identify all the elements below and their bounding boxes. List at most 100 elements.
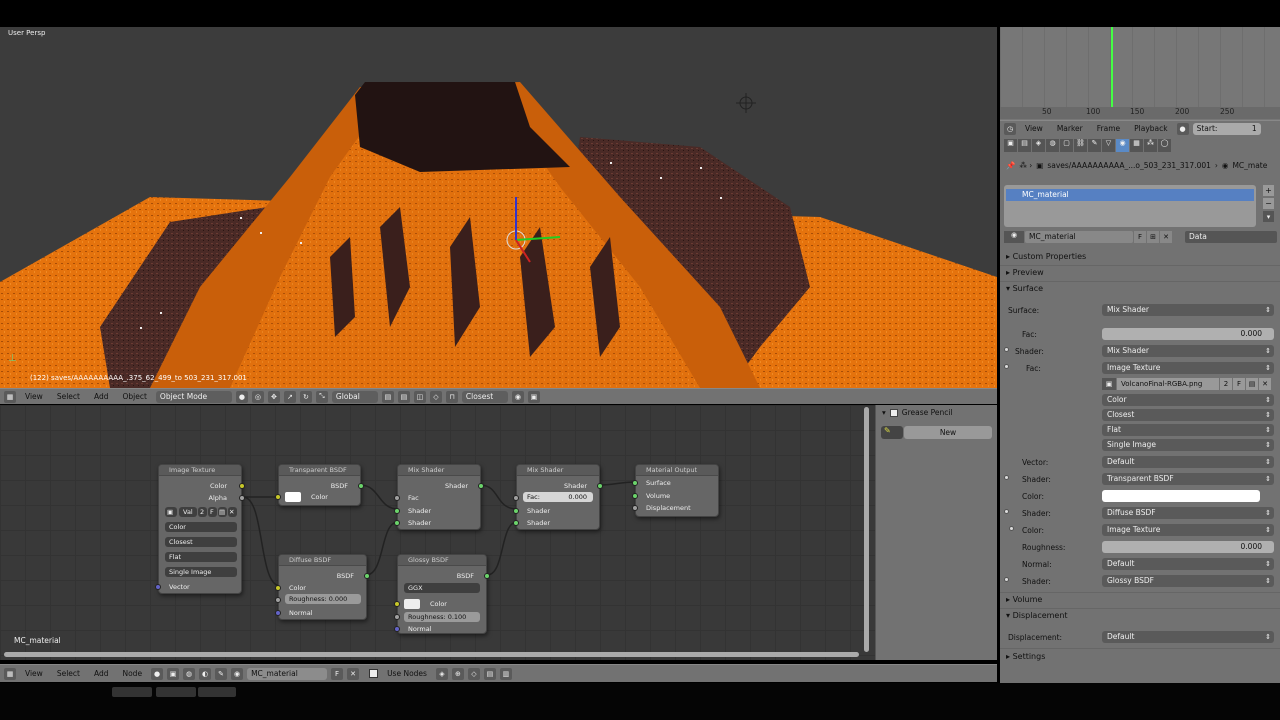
color-input-dropdown[interactable]: Image Texture ⇕ xyxy=(1102,524,1274,536)
material-name-field[interactable]: MC_material xyxy=(1025,231,1133,243)
tab-constraints-icon[interactable]: ⛓ xyxy=(1074,139,1087,152)
taskbar-item[interactable] xyxy=(112,687,152,697)
pin-icon[interactable]: ⊕ xyxy=(451,667,464,680)
roughness-slider[interactable]: 0.000 xyxy=(1102,541,1274,553)
menu-object[interactable]: Object xyxy=(117,392,151,401)
taskbar-item[interactable] xyxy=(156,687,196,697)
section-settings[interactable]: ▸ Settings xyxy=(1006,652,1045,661)
node-transparent-bsdf[interactable]: Transparent BSDF BSDF Color xyxy=(275,464,364,506)
interp-dropdown[interactable]: Color ⇕ xyxy=(1102,394,1274,406)
vertical-scrollbar[interactable] xyxy=(864,407,869,652)
socket-out-alpha[interactable] xyxy=(239,495,245,501)
shader-dropdown[interactable]: Transparent BSDF ⇕ xyxy=(1102,473,1274,485)
socket-dot-icon[interactable] xyxy=(1009,526,1014,531)
socket-in-shader-b[interactable] xyxy=(394,520,400,526)
shader-type-icon[interactable]: ● xyxy=(151,667,164,680)
socket-in-normal[interactable] xyxy=(275,610,281,616)
source-dropdown[interactable]: Single Image ⇕ xyxy=(1102,439,1274,451)
socket-out-shader[interactable] xyxy=(478,483,484,489)
shader-dropdown[interactable]: Glossy BSDF ⇕ xyxy=(1102,575,1274,587)
image-unlink-icon[interactable]: ✕ xyxy=(1259,378,1271,390)
translate-icon[interactable]: ↗ xyxy=(283,390,296,403)
socket-dot-icon[interactable] xyxy=(1004,475,1009,480)
socket-out-bsdf[interactable] xyxy=(364,573,370,579)
image-unlink-icon[interactable]: ✕ xyxy=(228,507,237,517)
menu-view[interactable]: View xyxy=(1020,124,1048,133)
snap-element-icon[interactable]: ◇ xyxy=(429,390,442,403)
tab-texture-icon[interactable]: ▦ xyxy=(1130,139,1143,152)
menu-select[interactable]: Select xyxy=(52,669,85,678)
extension-dropdown[interactable]: Closest ⇕ xyxy=(1102,409,1274,421)
fac-slider[interactable]: Fac: 0.000 xyxy=(523,492,593,502)
camera-icon[interactable]: ▣ xyxy=(527,390,540,403)
normal-dropdown[interactable]: Default ⇕ xyxy=(1102,558,1274,570)
menu-playback[interactable]: Playback xyxy=(1129,124,1172,133)
remove-slot-icon[interactable]: − xyxy=(1263,198,1274,209)
tab-material-icon[interactable]: ◉ xyxy=(1116,139,1129,152)
node-mix-shader-1[interactable]: Mix Shader Shader Fac Shader Shader xyxy=(394,464,484,530)
color-swatch[interactable] xyxy=(285,492,301,502)
lock-icon[interactable]: ◫ xyxy=(413,390,426,403)
node-glossy-bsdf[interactable]: Glossy BSDF BSDF GGX Color Roughness: 0.… xyxy=(394,554,490,634)
tab-modifiers-icon[interactable]: ✎ xyxy=(1088,139,1101,152)
extension-dropdown[interactable]: Closest xyxy=(165,537,237,547)
menu-frame[interactable]: Frame xyxy=(1092,124,1125,133)
socket-in-normal[interactable] xyxy=(394,626,400,632)
socket-in-shader-a[interactable] xyxy=(513,508,519,514)
layers2-icon[interactable]: ▤ xyxy=(397,390,410,403)
manipulator-icon[interactable]: ✥ xyxy=(267,390,280,403)
socket-in-roughness[interactable] xyxy=(275,597,281,603)
backdrop-icon[interactable]: ◈ xyxy=(435,667,448,680)
world-icon[interactable]: ◍ xyxy=(183,667,196,680)
editor-type-icon[interactable]: ▦ xyxy=(4,667,16,680)
shader-dropdown[interactable]: Mix Shader ⇕ xyxy=(1102,345,1274,357)
pin-icon[interactable]: 📌 xyxy=(1006,161,1015,170)
socket-out-bsdf[interactable] xyxy=(484,573,490,579)
socket-in-color[interactable] xyxy=(394,601,400,607)
tab-world-icon[interactable]: ◍ xyxy=(1046,139,1059,152)
snap-icon[interactable]: ◇ xyxy=(467,667,480,680)
mode-dropdown[interactable]: Object Mode xyxy=(155,390,232,403)
socket-in-fac[interactable] xyxy=(513,495,519,501)
render-icon[interactable]: ◉ xyxy=(511,390,524,403)
fake-user-button[interactable]: F xyxy=(1134,231,1146,243)
socket-out-color[interactable] xyxy=(239,483,245,489)
new-grease-pencil-button[interactable]: New xyxy=(904,426,992,439)
socket-in-color[interactable] xyxy=(275,494,281,500)
material-slot-item[interactable]: MC_material xyxy=(1006,189,1254,201)
tab-layers-icon[interactable]: ▤ xyxy=(1018,139,1031,152)
unlink-icon[interactable]: ✕ xyxy=(1160,231,1172,243)
taskbar-item[interactable] xyxy=(198,687,236,697)
socket-out-shader[interactable] xyxy=(597,483,603,489)
image-fake-user[interactable]: F xyxy=(208,507,217,517)
shader-dropdown[interactable]: Diffuse BSDF ⇕ xyxy=(1102,507,1274,519)
socket-out-bsdf[interactable] xyxy=(358,483,364,489)
tab-scene-icon[interactable]: ◈ xyxy=(1032,139,1045,152)
fac-input-dropdown[interactable]: Image Texture ⇕ xyxy=(1102,362,1274,374)
socket-dot-icon[interactable] xyxy=(1004,509,1009,514)
fac-slider[interactable]: 0.000 xyxy=(1102,328,1274,340)
source-dropdown[interactable]: Single Image xyxy=(165,567,237,577)
editor-type-icon[interactable]: ▦ xyxy=(4,390,16,403)
slot-menu-icon[interactable]: ▾ xyxy=(1263,211,1274,222)
node-image-texture[interactable]: Image Texture Color Alpha ▣ Val 2 F ▤ ✕ … xyxy=(155,464,245,594)
socket-in-fac[interactable] xyxy=(394,495,400,501)
image-name-field[interactable]: Val xyxy=(179,507,197,517)
link-dropdown[interactable]: Data xyxy=(1185,231,1277,243)
menu-add[interactable]: Add xyxy=(89,392,114,401)
socket-in-color[interactable] xyxy=(275,585,281,591)
editor-type-icon[interactable]: ◷ xyxy=(1004,122,1016,135)
use-nodes-checkbox[interactable] xyxy=(369,669,379,678)
paste-icon[interactable]: ▥ xyxy=(499,667,512,680)
distribution-dropdown[interactable]: GGX xyxy=(404,583,480,593)
section-volume[interactable]: ▸ Volume xyxy=(1006,595,1042,604)
sphere-icon[interactable]: ◐ xyxy=(199,667,212,680)
projection-dropdown[interactable]: Flat xyxy=(165,552,237,562)
object-icon[interactable]: ▣ xyxy=(167,667,180,680)
timeline[interactable]: 50 100 150 200 250 xyxy=(1000,27,1280,120)
image-open-icon[interactable]: ▤ xyxy=(1246,378,1258,390)
new-material-icon[interactable]: ⊞ xyxy=(1147,231,1159,243)
tab-render-icon[interactable]: ▣ xyxy=(1004,139,1017,152)
layers-icon[interactable]: ▤ xyxy=(381,390,394,403)
node-editor[interactable]: Image Texture Color Alpha ▣ Val 2 F ▤ ✕ … xyxy=(0,405,875,660)
